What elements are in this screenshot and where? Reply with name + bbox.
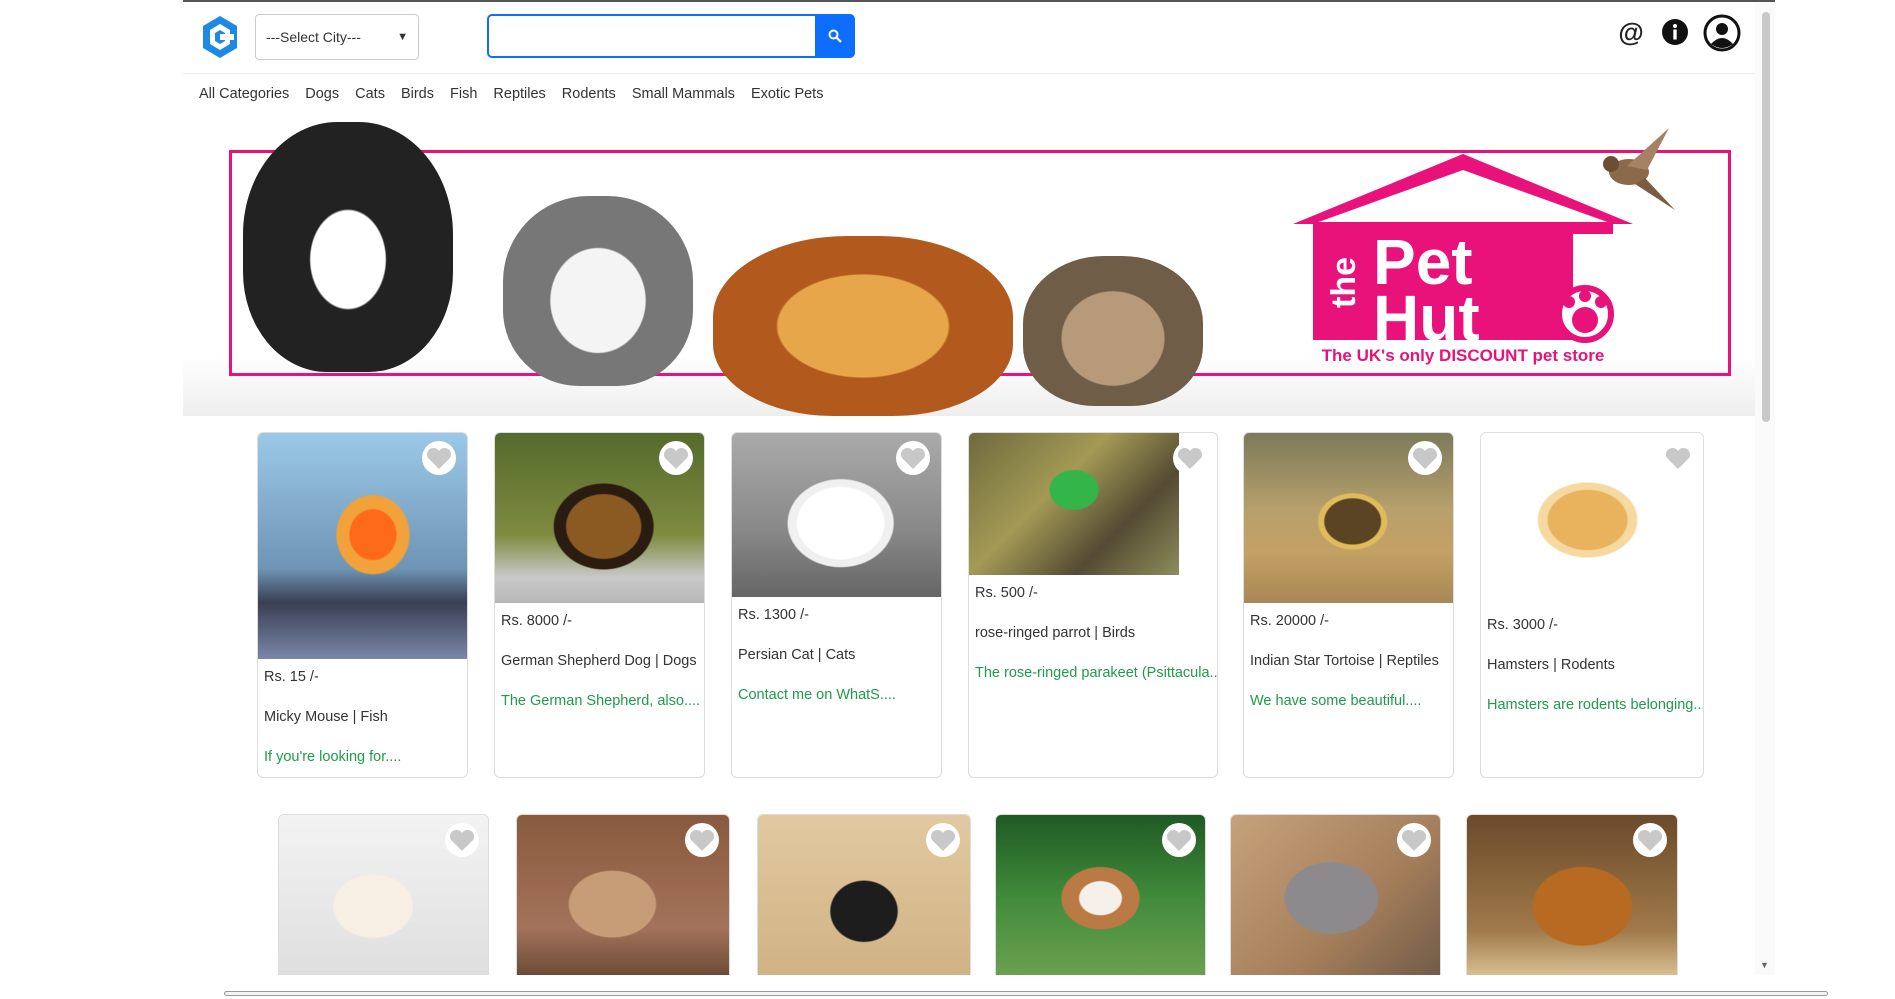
logo-hut: Hut xyxy=(1373,282,1480,354)
category-small-mammals[interactable]: Small Mammals xyxy=(632,86,735,108)
hero-banner: the Pet Hut The UK's only DISCOUNT pet s… xyxy=(183,116,1755,416)
product-price: Rs. 3000 /- xyxy=(1487,617,1558,633)
product-title[interactable]: Indian Star Tortoise | Reptiles xyxy=(1250,653,1439,669)
vertical-scrollbar[interactable]: ▼ xyxy=(1755,2,1775,975)
banner-cat-image xyxy=(503,196,693,386)
category-rodents[interactable]: Rodents xyxy=(562,86,616,108)
category-exotic-pets[interactable]: Exotic Pets xyxy=(751,86,824,108)
site-header: ---Select City--- ▼ @ xyxy=(183,2,1755,74)
search-icon xyxy=(828,29,842,43)
product-card-persian-cat[interactable]: Rs. 1300 /- Persian Cat | Cats Contact m… xyxy=(731,432,942,778)
product-description[interactable]: The rose-ringed parakeet (Psittacula.... xyxy=(975,665,1217,681)
product-card-german-shepherd[interactable]: Rs. 8000 /- German Shepherd Dog | Dogs T… xyxy=(494,432,705,778)
paw-icon xyxy=(1556,285,1614,343)
product-description[interactable]: Contact me on WhatS.... xyxy=(738,687,896,703)
product-title[interactable]: Micky Mouse | Fish xyxy=(264,709,388,725)
favorite-heart-icon[interactable] xyxy=(1173,441,1207,475)
product-card-rabbit[interactable] xyxy=(516,814,730,975)
search-input[interactable] xyxy=(487,14,817,58)
product-price: Rs. 15 /- xyxy=(264,669,319,685)
category-dogs[interactable]: Dogs xyxy=(305,86,339,108)
product-card-micky-mouse[interactable]: Rs. 15 /- Micky Mouse | Fish If you're l… xyxy=(257,432,468,778)
favorite-heart-icon[interactable] xyxy=(1633,823,1667,857)
category-reptiles[interactable]: Reptiles xyxy=(493,86,545,108)
logo-the: the xyxy=(1325,257,1363,308)
favorite-heart-icon[interactable] xyxy=(926,823,960,857)
product-description[interactable]: Hamsters are rodents belonging.... xyxy=(1487,697,1703,713)
info-icon[interactable] xyxy=(1659,16,1691,48)
city-select[interactable]: ---Select City--- ▼ xyxy=(255,14,419,60)
product-card-scorpion[interactable] xyxy=(757,814,971,975)
product-card-hamsters[interactable]: Rs. 3000 /- Hamsters | Rodents Hamsters … xyxy=(1480,432,1704,778)
favorite-heart-icon[interactable] xyxy=(445,823,479,857)
product-image-parrot xyxy=(969,433,1179,575)
product-price: Rs. 8000 /- xyxy=(501,613,572,629)
category-cats[interactable]: Cats xyxy=(355,86,385,108)
product-price: Rs. 500 /- xyxy=(975,585,1038,601)
product-card-scottish-fold-cat[interactable] xyxy=(1230,814,1441,975)
product-title[interactable]: Hamsters | Rodents xyxy=(1487,657,1615,673)
user-account-icon[interactable] xyxy=(1703,14,1741,52)
category-fish[interactable]: Fish xyxy=(450,86,477,108)
horizontal-scrollbar[interactable] xyxy=(224,991,1828,996)
favorite-heart-icon[interactable] xyxy=(1397,823,1431,857)
favorite-heart-icon[interactable] xyxy=(1162,823,1196,857)
product-card-rose-ringed-parrot[interactable]: Rs. 500 /- rose-ringed parrot | Birds Th… xyxy=(968,432,1218,778)
scroll-down-arrow-icon[interactable]: ▼ xyxy=(1760,960,1769,970)
product-price: Rs. 1300 /- xyxy=(738,607,809,623)
chevron-down-icon: ▼ xyxy=(397,31,408,43)
banner-dog-image xyxy=(713,236,1013,416)
favorite-heart-icon[interactable] xyxy=(896,441,930,475)
pet-hut-logo: the Pet Hut xyxy=(1293,154,1633,354)
product-card-indian-star-tortoise[interactable]: Rs. 20000 /- Indian Star Tortoise | Rept… xyxy=(1243,432,1454,778)
favorite-heart-icon[interactable] xyxy=(1661,441,1695,475)
search-button[interactable] xyxy=(815,14,855,58)
product-title[interactable]: Persian Cat | Cats xyxy=(738,647,855,663)
banner-tagline: The UK's only DISCOUNT pet store xyxy=(1321,346,1605,365)
product-description[interactable]: We have some beautiful.... xyxy=(1250,693,1421,709)
category-all[interactable]: All Categories xyxy=(199,86,289,108)
category-nav: All Categories Dogs Cats Birds Fish Rept… xyxy=(199,86,839,108)
product-price: Rs. 20000 /- xyxy=(1250,613,1329,629)
browser-viewport: ---Select City--- ▼ @ All Categories Dog… xyxy=(183,0,1775,975)
product-card-bulldog[interactable] xyxy=(995,814,1206,975)
favorite-heart-icon[interactable] xyxy=(659,441,693,475)
product-title[interactable]: German Shepherd Dog | Dogs xyxy=(501,653,697,669)
favorite-heart-icon[interactable] xyxy=(685,823,719,857)
product-card-hen[interactable] xyxy=(1466,814,1678,975)
email-at-icon[interactable]: @ xyxy=(1615,16,1647,48)
city-select-value: ---Select City--- xyxy=(266,29,361,45)
favorite-heart-icon[interactable] xyxy=(1408,441,1442,475)
favorite-heart-icon[interactable] xyxy=(422,441,456,475)
scrollbar-thumb[interactable] xyxy=(1762,12,1770,422)
site-logo-icon[interactable] xyxy=(201,14,239,60)
banner-cat-image xyxy=(1023,256,1203,406)
product-description[interactable]: If you're looking for.... xyxy=(264,749,401,765)
banner-dog-image xyxy=(243,122,453,372)
product-description[interactable]: The German Shepherd, also.... xyxy=(501,693,700,709)
product-title[interactable]: rose-ringed parrot | Birds xyxy=(975,625,1135,641)
product-card-rat[interactable] xyxy=(278,814,489,975)
category-birds[interactable]: Birds xyxy=(401,86,434,108)
